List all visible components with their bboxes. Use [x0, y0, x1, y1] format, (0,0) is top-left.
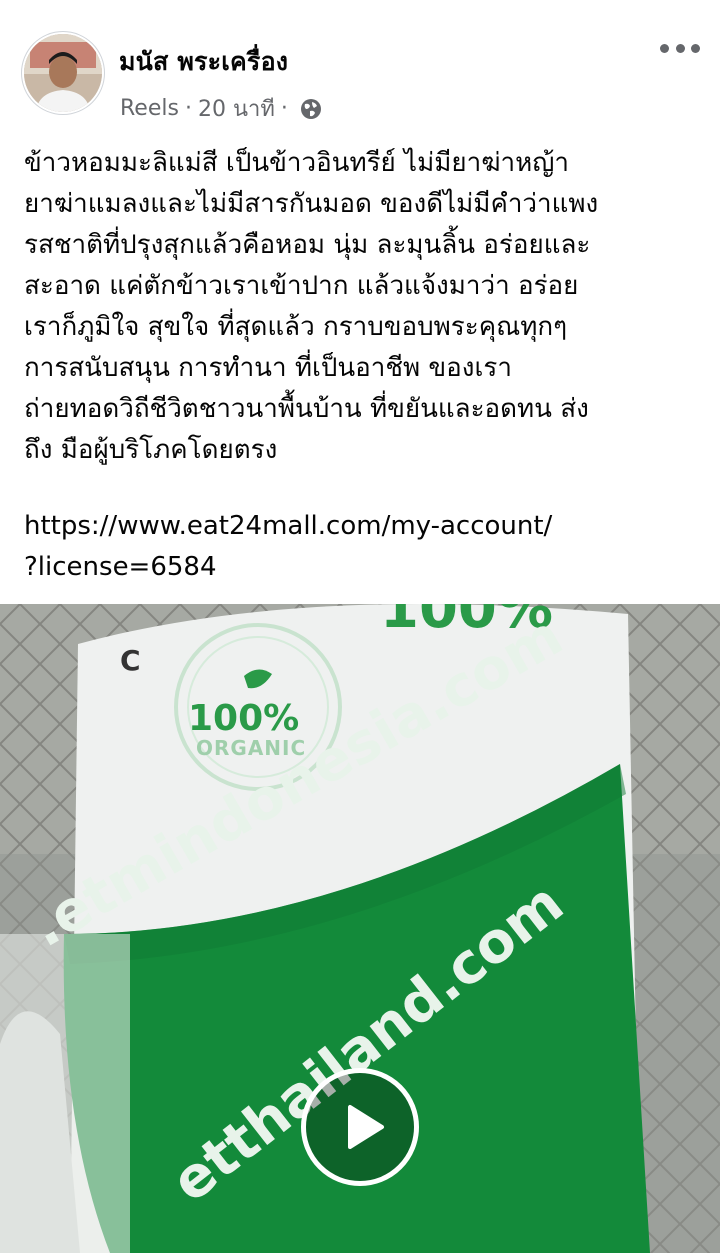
bag-letter: C [120, 644, 141, 677]
play-icon [348, 1105, 384, 1149]
more-dot [675, 43, 685, 53]
author-name[interactable]: มนัส พระเครื่อง [119, 42, 288, 82]
post-header: มนัส พระเครื่อง Reels · 20 นาที · [0, 0, 720, 130]
author-avatar[interactable] [24, 34, 102, 112]
post-source[interactable]: Reels [120, 96, 179, 121]
more-dot [660, 43, 669, 53]
more-dot [691, 43, 700, 53]
post-meta: Reels · 20 นาที · [120, 91, 322, 126]
more-options-icon[interactable] [660, 40, 700, 56]
globe-icon [300, 98, 322, 120]
meta-separator-2: · [280, 96, 288, 121]
badge-percent: 100% [188, 698, 300, 739]
post-time[interactable]: 20 นาที [198, 91, 275, 126]
post-body-text: ข้าวหอมมะลิแม่สี เป็นข้าวอินทรีย์ ไม่มีย… [24, 148, 599, 465]
post-link[interactable]: https://www.eat24mall.com/my-account/ ?l… [24, 506, 704, 588]
meta-separator: · [184, 96, 192, 121]
play-button[interactable] [301, 1068, 419, 1186]
